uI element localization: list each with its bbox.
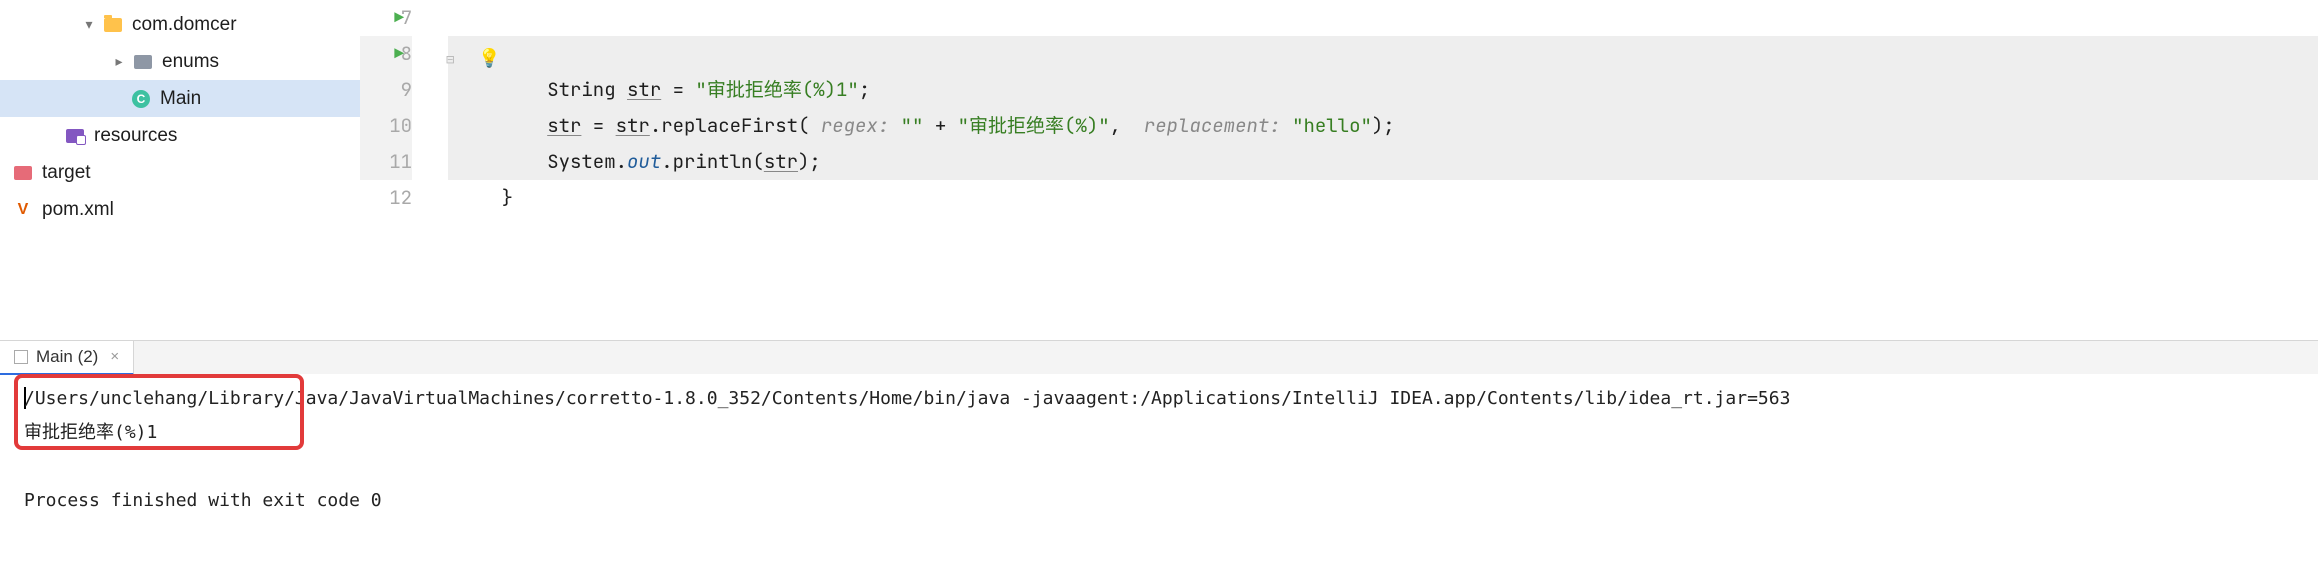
console-line: /Users/unclehang/Library/Java/JavaVirtua…: [24, 382, 2318, 416]
code-text: );: [1372, 113, 1395, 138]
tree-label: resources: [94, 125, 177, 147]
code-text: String: [456, 77, 627, 102]
code-area[interactable]: public class Main { ⊟ 💡 public static vo…: [448, 0, 2318, 340]
tree-folder-target[interactable]: target: [0, 154, 360, 191]
tree-folder-enums[interactable]: enums: [0, 43, 360, 80]
code-text: =: [581, 113, 615, 138]
run-gutter-icon[interactable]: ▶: [394, 36, 404, 72]
tree-package[interactable]: com.domcer: [0, 6, 360, 43]
tree-label: enums: [162, 51, 219, 73]
run-gutter-icon[interactable]: ▶: [394, 0, 404, 36]
code-line[interactable]: System.out.println(str);: [448, 144, 2318, 180]
console-blank: [24, 450, 2318, 484]
var: str: [547, 113, 581, 138]
chevron-right-icon[interactable]: [110, 53, 128, 70]
code-line[interactable]: str = str.replaceFirst( regex: "" + "审批拒…: [448, 108, 2318, 144]
code-text: ;: [859, 77, 870, 102]
run-tool-tab-bar[interactable]: Main (2) ×: [0, 340, 2318, 374]
resources-icon: [64, 125, 86, 147]
window-icon: [14, 350, 28, 364]
code-line[interactable]: ⊟ 💡 public static void main(String[] arg…: [448, 36, 2318, 72]
folder-icon: [12, 162, 34, 184]
editor-gutter[interactable]: 7▶ 8▶ 9 10 11 12: [360, 0, 448, 340]
tree-label: pom.xml: [42, 199, 114, 221]
class-icon: C: [130, 88, 152, 110]
folder-icon: [102, 14, 124, 36]
var: str: [764, 149, 798, 174]
line-number: 11: [384, 144, 412, 180]
code-text: }: [456, 185, 513, 210]
tree-label: com.domcer: [132, 14, 237, 36]
project-tree[interactable]: com.domcer enums C Main resources target…: [0, 0, 360, 340]
chevron-down-icon[interactable]: [80, 16, 98, 33]
code-text: ,: [1110, 113, 1144, 138]
var: str: [616, 113, 650, 138]
code-line[interactable]: }: [448, 180, 2318, 216]
tree-folder-resources[interactable]: resources: [0, 117, 360, 154]
folder-icon: [132, 51, 154, 73]
console-exit-line: Process finished with exit code 0: [24, 484, 2318, 518]
tree-label: target: [42, 162, 91, 184]
line-number: 9: [384, 72, 412, 108]
code-text: .println(: [661, 149, 764, 174]
string-literal: "审批拒绝率(%)1": [695, 77, 858, 102]
close-icon[interactable]: ×: [110, 348, 119, 365]
string-literal: "hello": [1292, 113, 1372, 138]
code-text: .replaceFirst(: [650, 113, 821, 138]
string-literal: "": [901, 113, 924, 138]
tree-file-main[interactable]: C Main: [0, 80, 360, 117]
tree-file-pom[interactable]: V pom.xml: [0, 191, 360, 228]
line-number: 12: [384, 180, 412, 216]
code-text: =: [661, 77, 695, 102]
maven-icon: V: [12, 199, 34, 221]
var: str: [627, 77, 661, 102]
code-text: [456, 113, 547, 138]
code-line[interactable]: public class Main {: [448, 0, 2318, 36]
string-literal: "审批拒绝率(%)": [958, 113, 1110, 138]
code-text: );: [798, 149, 821, 174]
run-console[interactable]: /Users/unclehang/Library/Java/JavaVirtua…: [0, 374, 2318, 564]
code-editor[interactable]: 7▶ 8▶ 9 10 11 12 public class Main { ⊟ 💡…: [360, 0, 2318, 340]
param-hint: replacement:: [1144, 113, 1292, 138]
field: out: [627, 149, 661, 174]
console-output-line: 审批拒绝率(%)1: [24, 416, 2318, 450]
tree-label: Main: [160, 88, 201, 110]
code-text: +: [923, 113, 957, 138]
run-tab-label: Main (2): [36, 347, 98, 367]
line-number: 10: [384, 108, 412, 144]
code-text: System.: [456, 149, 627, 174]
run-tab-main[interactable]: Main (2) ×: [0, 341, 134, 375]
param-hint: regex:: [821, 113, 901, 138]
code-line[interactable]: String str = "审批拒绝率(%)1";: [448, 72, 2318, 108]
